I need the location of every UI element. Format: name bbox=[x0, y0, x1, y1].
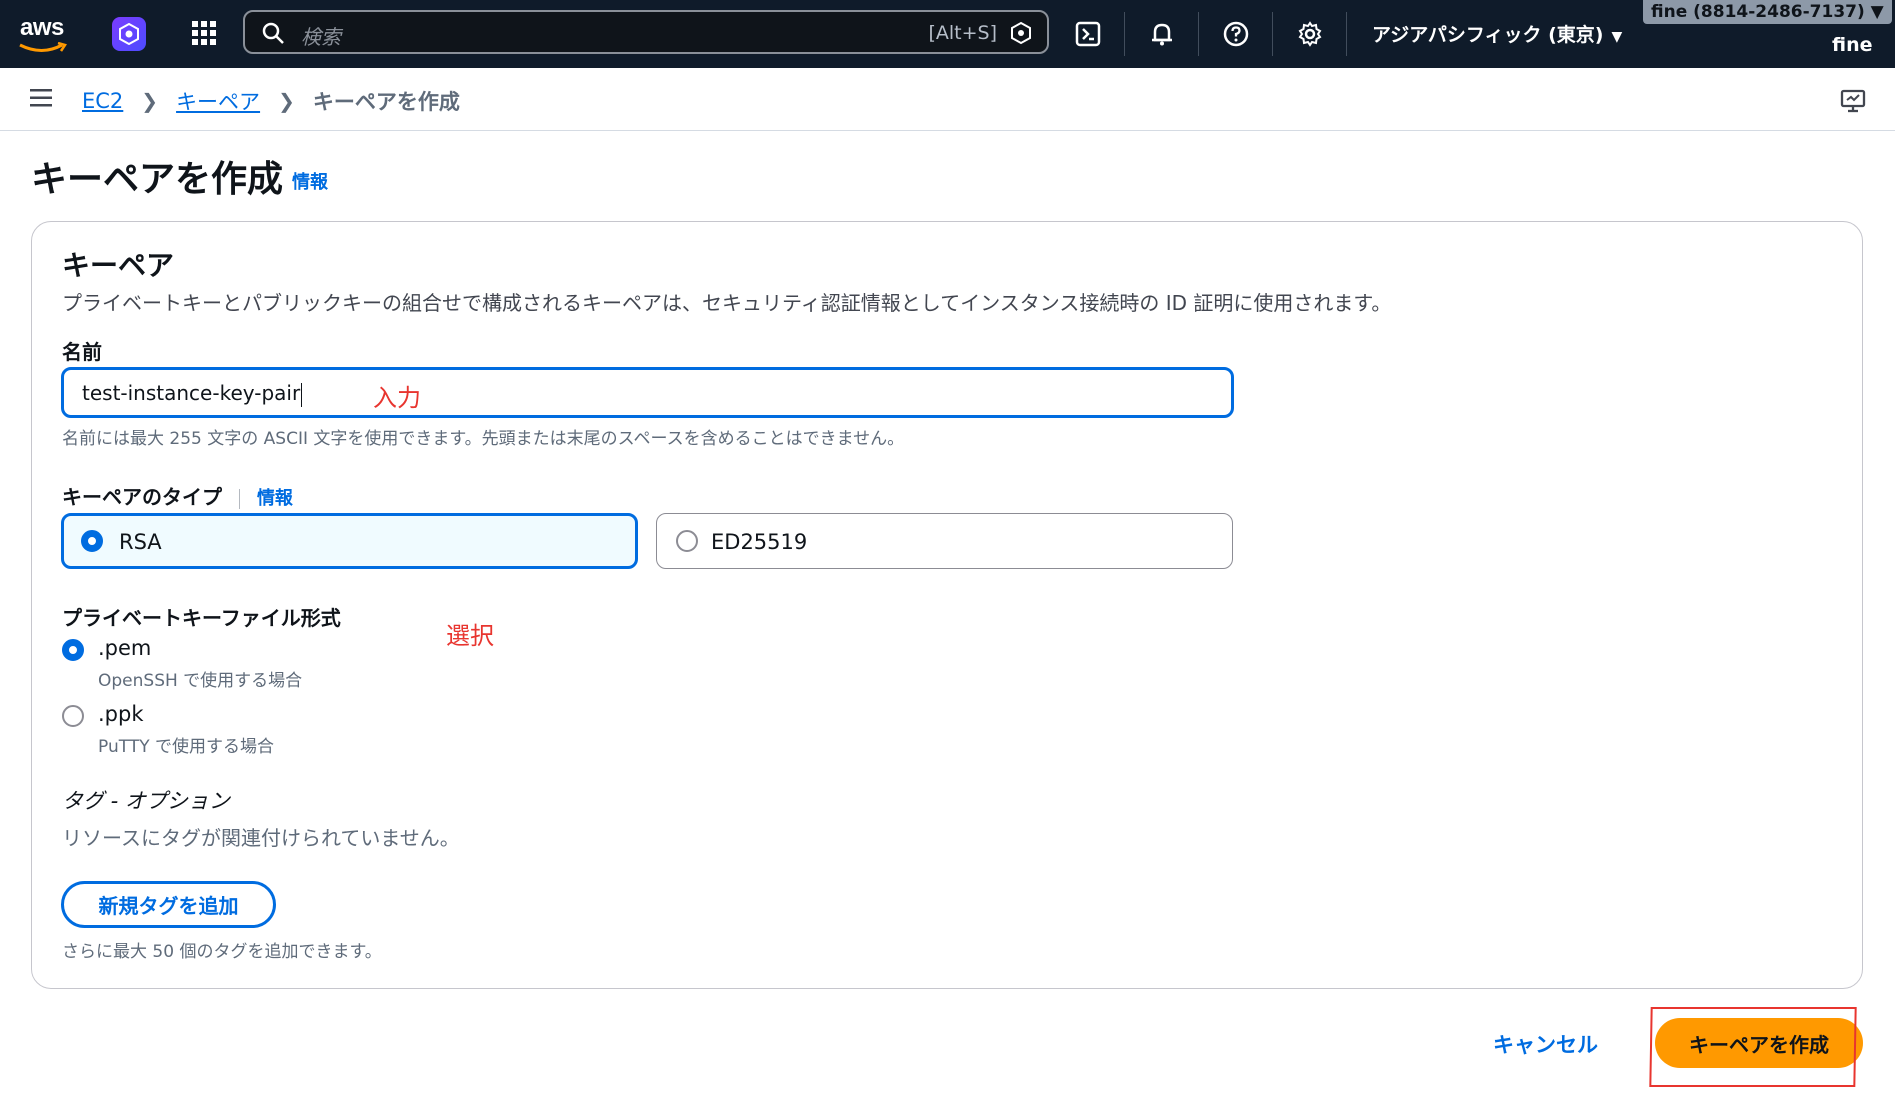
region-label: アジアパシフィック (東京) bbox=[1372, 24, 1604, 46]
search-placeholder: 検索 bbox=[301, 25, 341, 49]
top-navigation: aws 検索 [Alt+S] アジアパシフィック (東京) ▼ fine (88… bbox=[0, 0, 1895, 68]
key-type-label-text: キーペアのタイプ bbox=[62, 485, 222, 509]
file-format-label: プライベートキーファイル形式 bbox=[62, 606, 341, 630]
ed25519-label: ED25519 bbox=[711, 530, 808, 554]
pem-description: OpenSSH で使用する場合 bbox=[98, 671, 303, 691]
ppk-description: PuTTY で使用する場合 bbox=[98, 737, 274, 757]
nav-divider bbox=[1272, 12, 1273, 56]
page-info-link[interactable]: 情報 bbox=[292, 168, 328, 194]
key-type-ed25519-tile[interactable]: ED25519 bbox=[656, 513, 1233, 569]
account-badge[interactable]: fine (8814-2486-7137) ▼ bbox=[1643, 0, 1892, 24]
rsa-label: RSA bbox=[119, 530, 162, 554]
ppk-label[interactable]: .ppk bbox=[98, 702, 144, 726]
name-hint: 名前には最大 255 文字の ASCII 文字を使用できます。先頭または末尾のス… bbox=[62, 429, 905, 449]
key-type-info-link[interactable]: 情報 bbox=[257, 488, 293, 509]
chevron-right-icon: ❯ bbox=[141, 89, 159, 113]
key-type-rsa-tile[interactable]: RSA bbox=[61, 513, 638, 569]
breadcrumb-current: キーペアを作成 bbox=[312, 90, 460, 114]
breadcrumb-key-pairs[interactable]: キーペア bbox=[176, 86, 260, 116]
tags-empty-text: リソースにタグが関連付けられていません。 bbox=[62, 826, 460, 850]
page-title: キーペアを作成 bbox=[31, 159, 284, 200]
settings-gear-icon[interactable] bbox=[1290, 14, 1330, 54]
key-pair-name-input[interactable]: test-instance-key-pair bbox=[61, 367, 1234, 418]
nav-divider bbox=[1346, 12, 1347, 56]
annotation-highlight-box bbox=[1649, 1007, 1857, 1087]
breadcrumb-bar: EC2 ❯ キーペア ❯ キーペアを作成 bbox=[0, 68, 1895, 131]
search-shortcut-hint: [Alt+S] bbox=[928, 22, 997, 44]
key-type-label: キーペアのタイプ 情報 bbox=[62, 481, 293, 510]
label-divider bbox=[238, 488, 240, 509]
breadcrumb-ec2[interactable]: EC2 bbox=[82, 89, 123, 113]
ed25519-radio[interactable] bbox=[676, 530, 698, 552]
section-description: プライベートキーとパブリックキーの組合せで構成されるキーペアは、セキュリティ認証… bbox=[62, 291, 1392, 315]
aws-logo[interactable]: aws bbox=[18, 12, 74, 56]
add-tag-button[interactable]: 新規タグを追加 bbox=[61, 881, 276, 928]
aws-logo-text: aws bbox=[20, 14, 64, 41]
pem-radio[interactable] bbox=[62, 639, 84, 661]
account-name[interactable]: fine bbox=[1832, 34, 1873, 56]
tags-heading: タグ - オプション bbox=[62, 789, 230, 813]
tags-limit-hint: さらに最大 50 個のタグを追加できます。 bbox=[62, 942, 382, 962]
menu-hamburger-icon[interactable] bbox=[30, 88, 54, 112]
search-icon bbox=[261, 21, 285, 49]
query-hex-icon bbox=[1009, 21, 1033, 49]
nav-divider bbox=[1198, 12, 1199, 56]
ppk-radio[interactable] bbox=[62, 705, 84, 727]
text-cursor bbox=[301, 382, 303, 407]
chevron-right-icon: ❯ bbox=[278, 89, 295, 113]
region-selector[interactable]: アジアパシフィック (東京) ▼ bbox=[1372, 20, 1622, 47]
breadcrumb: EC2 ❯ キーペア ❯ キーペアを作成 bbox=[82, 86, 460, 116]
annotation-select: 選択 bbox=[446, 622, 494, 650]
name-label: 名前 bbox=[62, 340, 102, 364]
section-heading: キーペア bbox=[62, 249, 175, 282]
cloudshell-icon[interactable] bbox=[1068, 14, 1108, 54]
notifications-bell-icon[interactable] bbox=[1142, 14, 1182, 54]
rsa-radio[interactable] bbox=[81, 530, 103, 552]
caret-down-icon: ▼ bbox=[1611, 29, 1623, 45]
cancel-button[interactable]: キャンセル bbox=[1493, 1029, 1598, 1059]
help-icon[interactable] bbox=[1216, 14, 1256, 54]
name-input-value: test-instance-key-pair bbox=[82, 381, 301, 405]
app-shortcut-icon[interactable] bbox=[112, 17, 146, 51]
search-input[interactable]: 検索 [Alt+S] bbox=[243, 10, 1049, 54]
pem-label[interactable]: .pem bbox=[98, 636, 151, 660]
monitor-feedback-icon[interactable] bbox=[1840, 88, 1866, 118]
annotation-input: 入力 bbox=[373, 384, 421, 412]
services-grid-icon[interactable] bbox=[190, 19, 220, 49]
nav-divider bbox=[1124, 12, 1125, 56]
